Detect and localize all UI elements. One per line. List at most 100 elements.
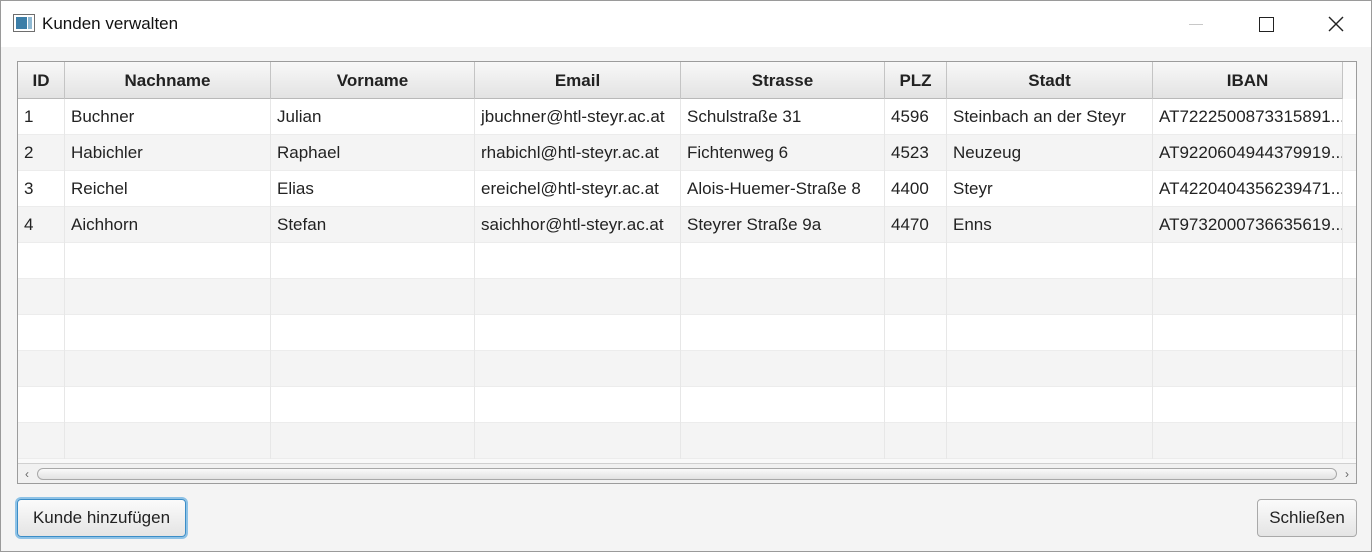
table-cell: Reichel bbox=[65, 171, 271, 207]
table-cell bbox=[475, 351, 681, 387]
table-cell bbox=[681, 243, 885, 279]
table-cell bbox=[885, 423, 947, 459]
close-button[interactable]: Schließen bbox=[1257, 499, 1357, 537]
table-cell bbox=[475, 243, 681, 279]
table-cell bbox=[65, 243, 271, 279]
table-cell: Alois-Huemer-Straße 8 bbox=[681, 171, 885, 207]
table-row[interactable]: 4 Aichhorn Stefan saichhor@htl-steyr.ac.at S… bbox=[18, 207, 1356, 243]
column-header-id[interactable]: ID bbox=[18, 62, 65, 99]
maximize-button[interactable] bbox=[1231, 1, 1301, 47]
table-cell: AT9220604944379919... bbox=[1153, 135, 1343, 171]
table-cell bbox=[885, 351, 947, 387]
table-cell: Steyrer Straße 9a bbox=[681, 207, 885, 243]
table-cell bbox=[65, 315, 271, 351]
table-cell bbox=[947, 351, 1153, 387]
column-header-stadt[interactable]: Stadt bbox=[947, 62, 1153, 99]
table-cell: 4400 bbox=[885, 171, 947, 207]
close-icon bbox=[1328, 16, 1344, 32]
table-cell bbox=[65, 351, 271, 387]
table-cell bbox=[885, 387, 947, 423]
table-cell bbox=[18, 423, 65, 459]
table-cell: rhabichl@htl-steyr.ac.at bbox=[475, 135, 681, 171]
scroll-right-arrow-icon[interactable]: › bbox=[1338, 464, 1356, 483]
table-cell bbox=[271, 315, 475, 351]
table-cell bbox=[271, 351, 475, 387]
scroll-left-arrow-icon[interactable]: ‹ bbox=[18, 464, 36, 483]
table-row[interactable] bbox=[18, 423, 1356, 459]
column-header-vorname[interactable]: Vorname bbox=[271, 62, 475, 99]
close-window-button[interactable] bbox=[1301, 1, 1371, 47]
table-cell: 4470 bbox=[885, 207, 947, 243]
column-header-strasse[interactable]: Strasse bbox=[681, 62, 885, 99]
table-cell: Buchner bbox=[65, 99, 271, 135]
table-cell: 2 bbox=[18, 135, 65, 171]
table-cell bbox=[18, 351, 65, 387]
table-cell: AT9732000736635619... bbox=[1153, 207, 1343, 243]
minimize-button[interactable] bbox=[1161, 1, 1231, 47]
table-cell: Julian bbox=[271, 99, 475, 135]
table-cell bbox=[681, 387, 885, 423]
column-header-email[interactable]: Email bbox=[475, 62, 681, 99]
table-cell bbox=[947, 387, 1153, 423]
table-cell bbox=[947, 315, 1153, 351]
table-cell bbox=[1153, 351, 1343, 387]
table-row[interactable] bbox=[18, 315, 1356, 351]
table-cell bbox=[271, 243, 475, 279]
table-cell bbox=[1153, 423, 1343, 459]
table-cell: 4596 bbox=[885, 99, 947, 135]
table-cell: AT4220404356239471... bbox=[1153, 171, 1343, 207]
table-cell: 4 bbox=[18, 207, 65, 243]
add-customer-button[interactable]: Kunde hinzufügen bbox=[17, 499, 186, 537]
table-cell bbox=[271, 279, 475, 315]
table-cell: Stefan bbox=[271, 207, 475, 243]
table-cell: Neuzeug bbox=[947, 135, 1153, 171]
table-cell bbox=[1153, 279, 1343, 315]
table-row[interactable] bbox=[18, 387, 1356, 423]
customer-table[interactable]: ID Nachname Vorname Email Strasse PLZ Stadt IBA… bbox=[17, 61, 1357, 484]
table-body: 1 Buchner Julian jbuchner@htl-steyr.ac.at Sc… bbox=[18, 99, 1356, 459]
table-cell bbox=[947, 279, 1153, 315]
table-cell bbox=[681, 351, 885, 387]
table-cell bbox=[65, 387, 271, 423]
column-header-iban[interactable]: IBAN bbox=[1153, 62, 1343, 99]
table-cell: ereichel@htl-steyr.ac.at bbox=[475, 171, 681, 207]
table-cell: Raphael bbox=[271, 135, 475, 171]
customer-management-window: Kunden verwalten ID Nachname Vorname Email S… bbox=[0, 0, 1372, 552]
table-cell bbox=[475, 279, 681, 315]
table-row[interactable] bbox=[18, 243, 1356, 279]
table-header: ID Nachname Vorname Email Strasse PLZ Stadt IBA… bbox=[18, 62, 1343, 99]
table-cell: Aichhorn bbox=[65, 207, 271, 243]
table-cell bbox=[475, 423, 681, 459]
table-cell bbox=[947, 243, 1153, 279]
table-cell bbox=[885, 243, 947, 279]
table-cell bbox=[65, 423, 271, 459]
table-cell bbox=[681, 423, 885, 459]
column-header-nachname[interactable]: Nachname bbox=[65, 62, 271, 99]
table-cell bbox=[681, 315, 885, 351]
table-cell: 1 bbox=[18, 99, 65, 135]
table-row[interactable]: 3 Reichel Elias ereichel@htl-steyr.ac.at Alo… bbox=[18, 171, 1356, 207]
title-bar[interactable]: Kunden verwalten bbox=[1, 1, 1371, 47]
table-cell bbox=[271, 387, 475, 423]
table-cell: Schulstraße 31 bbox=[681, 99, 885, 135]
table-cell: Elias bbox=[271, 171, 475, 207]
table-row[interactable] bbox=[18, 279, 1356, 315]
window-title: Kunden verwalten bbox=[42, 14, 179, 33]
table-cell bbox=[18, 315, 65, 351]
table-cell bbox=[681, 279, 885, 315]
maximize-icon bbox=[1258, 16, 1274, 32]
scrollbar-thumb[interactable] bbox=[37, 468, 1337, 480]
table-row[interactable]: 1 Buchner Julian jbuchner@htl-steyr.ac.at Sc… bbox=[18, 99, 1356, 135]
table-cell: AT7222500873315891... bbox=[1153, 99, 1343, 135]
table-cell bbox=[18, 387, 65, 423]
table-cell bbox=[475, 387, 681, 423]
table-row[interactable]: 2 Habichler Raphael rhabichl@htl-steyr.ac.a… bbox=[18, 135, 1356, 171]
table-cell bbox=[947, 423, 1153, 459]
table-cell bbox=[885, 315, 947, 351]
column-header-plz[interactable]: PLZ bbox=[885, 62, 947, 99]
minimize-icon bbox=[1189, 23, 1203, 25]
table-row[interactable] bbox=[18, 351, 1356, 387]
table-cell: Steinbach an der Steyr bbox=[947, 99, 1153, 135]
table-cell: 4523 bbox=[885, 135, 947, 171]
horizontal-scrollbar[interactable]: ‹ › bbox=[18, 463, 1356, 483]
